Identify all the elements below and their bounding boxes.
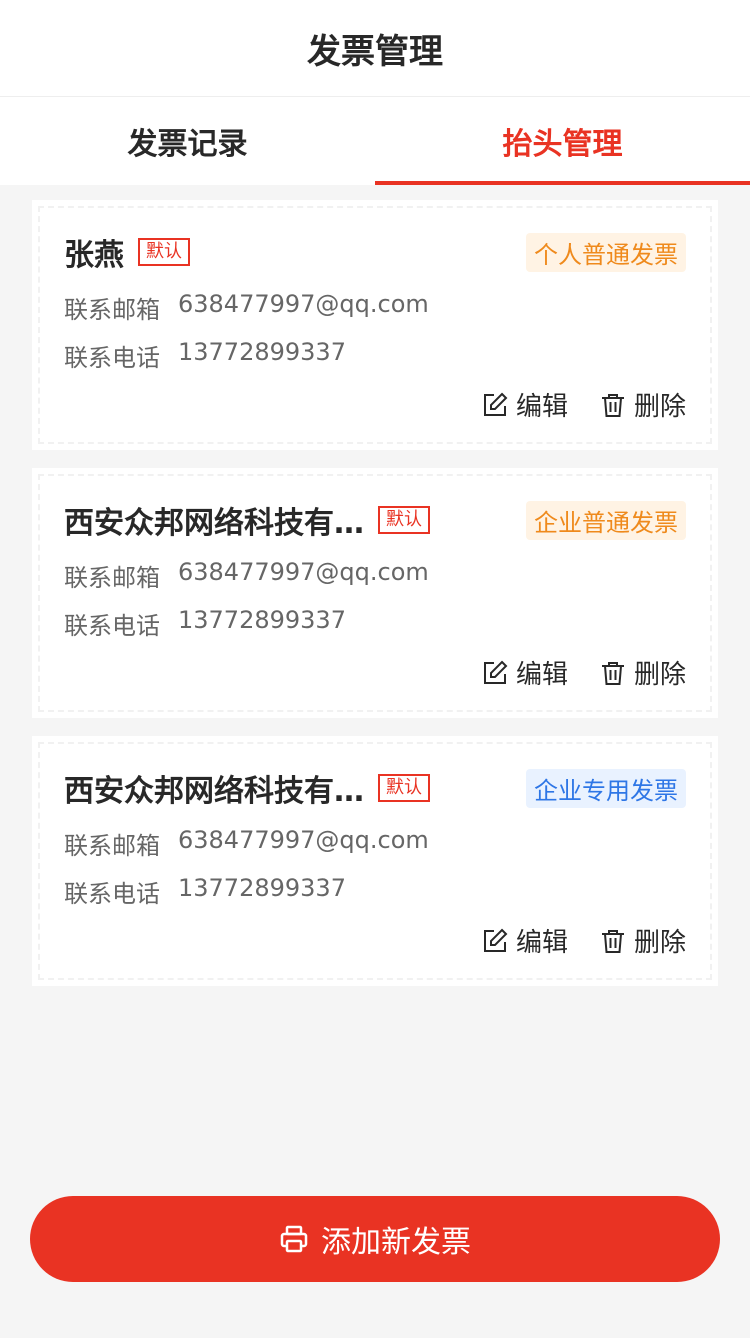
invoice-title-card: 张燕 默认 个人普通发票 联系邮箱 638477997@qq.com 联系电话 … bbox=[32, 200, 718, 450]
trash-icon bbox=[600, 928, 626, 954]
printer-icon bbox=[279, 1224, 309, 1254]
add-invoice-label: 添加新发票 bbox=[321, 1225, 471, 1260]
tab-bar: 发票记录 抬头管理 bbox=[0, 97, 750, 185]
phone-label: 联系电话 bbox=[64, 880, 160, 908]
invoice-title-name: 西安众邦网络科技有… bbox=[64, 774, 364, 809]
default-badge: 默认 bbox=[138, 238, 190, 266]
edit-button[interactable]: 编辑 bbox=[482, 386, 568, 423]
email-value: 638477997@qq.com bbox=[178, 290, 429, 318]
invoice-title-card: 西安众邦网络科技有… 默认 企业专用发票 联系邮箱 638477997@qq.c… bbox=[32, 736, 718, 986]
email-value: 638477997@qq.com bbox=[178, 826, 429, 854]
delete-button[interactable]: 删除 bbox=[600, 654, 686, 691]
email-label: 联系邮箱 bbox=[64, 296, 160, 324]
edit-button[interactable]: 编辑 bbox=[482, 654, 568, 691]
phone-value: 13772899337 bbox=[178, 338, 346, 366]
invoice-title-name: 张燕 bbox=[64, 238, 124, 273]
trash-icon bbox=[600, 392, 626, 418]
page-title: 发票管理 bbox=[307, 31, 443, 72]
phone-value: 13772899337 bbox=[178, 874, 346, 902]
phone-label: 联系电话 bbox=[64, 612, 160, 640]
add-invoice-button[interactable]: 添加新发票 bbox=[30, 1196, 720, 1282]
trash-icon bbox=[600, 660, 626, 686]
delete-label: 删除 bbox=[633, 392, 686, 422]
edit-button[interactable]: 编辑 bbox=[482, 922, 568, 959]
edit-icon bbox=[482, 928, 508, 954]
delete-label: 删除 bbox=[633, 660, 686, 690]
delete-label: 删除 bbox=[633, 928, 686, 958]
edit-icon bbox=[482, 660, 508, 686]
edit-label: 编辑 bbox=[515, 660, 568, 690]
invoice-title-card: 西安众邦网络科技有… 默认 企业普通发票 联系邮箱 638477997@qq.c… bbox=[32, 468, 718, 718]
invoice-type-badge: 企业专用发票 bbox=[526, 768, 686, 808]
edit-label: 编辑 bbox=[515, 928, 568, 958]
edit-icon bbox=[482, 392, 508, 418]
delete-button[interactable]: 删除 bbox=[600, 922, 686, 959]
invoice-type-badge: 企业普通发票 bbox=[526, 500, 686, 540]
email-label: 联系邮箱 bbox=[64, 832, 160, 860]
email-label: 联系邮箱 bbox=[64, 564, 160, 592]
email-value: 638477997@qq.com bbox=[178, 558, 429, 586]
delete-button[interactable]: 删除 bbox=[600, 386, 686, 423]
default-badge: 默认 bbox=[378, 506, 430, 534]
default-badge: 默认 bbox=[378, 774, 430, 802]
edit-label: 编辑 bbox=[515, 392, 568, 422]
invoice-type-badge: 个人普通发票 bbox=[526, 232, 686, 272]
phone-value: 13772899337 bbox=[178, 606, 346, 634]
nav-bar: 发票管理 bbox=[0, 0, 750, 97]
tab-invoice-records[interactable]: 发票记录 bbox=[0, 97, 375, 185]
phone-label: 联系电话 bbox=[64, 344, 160, 372]
tab-title-management[interactable]: 抬头管理 bbox=[375, 97, 750, 185]
invoice-title-name: 西安众邦网络科技有… bbox=[64, 506, 364, 541]
